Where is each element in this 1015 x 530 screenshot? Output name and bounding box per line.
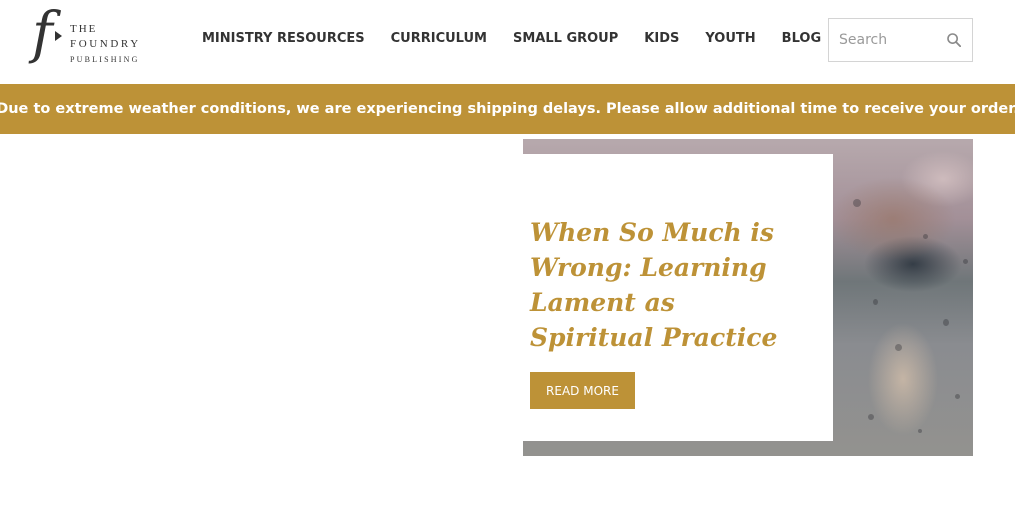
logo-play-icon (55, 31, 62, 41)
nav-item-kids[interactable]: KIDS (644, 31, 679, 46)
raindrop (895, 344, 902, 351)
logo-text-publishing: PUBLISHING (70, 55, 140, 64)
nav-item-small-group[interactable]: SMALL GROUP (513, 31, 618, 46)
raindrop (943, 319, 949, 326)
raindrop (955, 394, 960, 399)
banner-text: Due to extreme weather conditions, we ar… (0, 101, 1015, 117)
search-box (828, 18, 973, 62)
site-header: f THE FOUNDRY PUBLISHING MINISTRY RESOUR… (0, 0, 1015, 84)
logo-text-foundry: FOUNDRY (70, 38, 141, 50)
logo-text-the: THE (70, 23, 98, 35)
search-input[interactable] (829, 19, 939, 61)
feature-card: When So Much is Wrong: Learning Lament a… (523, 154, 833, 441)
raindrop (853, 199, 861, 207)
nav-item-curriculum[interactable]: CURRICULUM (391, 31, 487, 46)
search-icon[interactable] (947, 33, 961, 47)
raindrop (963, 259, 968, 264)
nav-item-youth[interactable]: YOUTH (705, 31, 755, 46)
raindrop (873, 299, 878, 305)
site-logo[interactable]: f THE FOUNDRY PUBLISHING (30, 1, 170, 70)
shipping-notice-banner: Due to extreme weather conditions, we ar… (0, 84, 1015, 134)
feature-title[interactable]: When So Much is Wrong: Learning Lament a… (530, 215, 800, 355)
nav-item-blog[interactable]: BLOG (782, 31, 821, 46)
logo-letter: f (32, 1, 53, 66)
raindrop (923, 234, 928, 239)
raindrop (868, 414, 874, 420)
read-more-button[interactable]: READ MORE (530, 372, 635, 409)
main-nav: MINISTRY RESOURCES CURRICULUM SMALL GROU… (202, 31, 821, 46)
raindrop (918, 429, 922, 433)
nav-item-ministry-resources[interactable]: MINISTRY RESOURCES (202, 31, 365, 46)
